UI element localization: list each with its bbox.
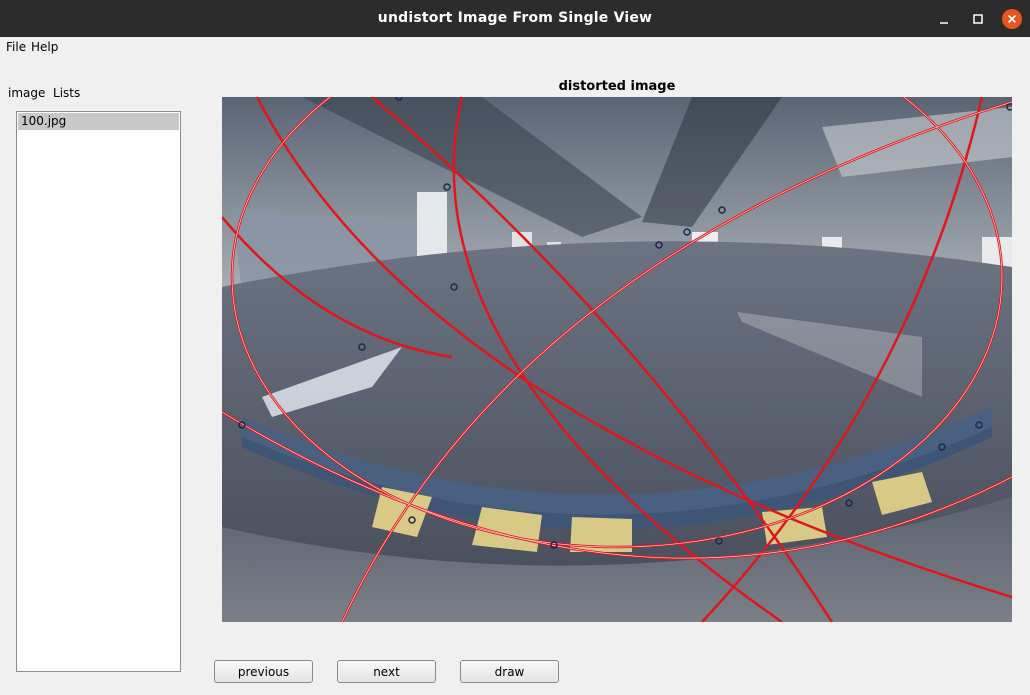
distorted-image [222,97,1012,622]
list-item[interactable]: 100.jpg [18,113,179,130]
image-listbox[interactable]: 100.jpg [16,111,181,672]
previous-button[interactable]: previous [214,660,313,683]
menu-help[interactable]: Help [31,40,58,54]
draw-button[interactable]: draw [460,660,559,683]
image-title: distorted image [558,79,676,94]
maximize-icon[interactable] [968,9,988,29]
minimize-icon[interactable] [934,9,954,29]
close-icon[interactable] [1002,9,1022,29]
menu-file[interactable]: File [6,40,26,54]
title-bar: undistort Image From Single View [0,0,1030,37]
image-list-label: image Lists [8,86,81,100]
window-title: undistort Image From Single View [377,10,653,26]
next-button[interactable]: next [337,660,436,683]
menu-bar: File Help [0,37,1030,57]
